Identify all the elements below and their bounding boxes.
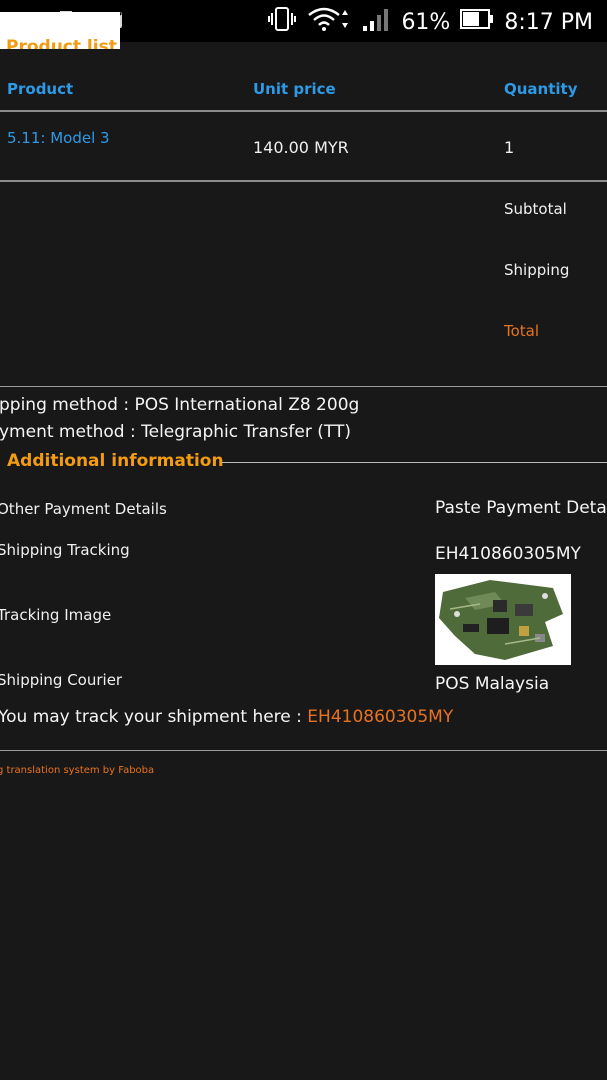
footer-credit[interactable]: g translation system by Faboba (0, 765, 154, 776)
signal-icon (361, 6, 391, 38)
additional-info-title: Additional information (7, 451, 224, 471)
battery-icon (460, 8, 494, 36)
additional-info-divider (222, 462, 607, 463)
payment-method: yment method : Telegraphic Transfer (TT) (0, 422, 351, 442)
order-details-page: Product list Product Unit price Quantity… (0, 12, 607, 1080)
tracking-image-label: Tracking Image (0, 606, 112, 624)
column-header-quantity: Quantity (504, 80, 578, 98)
shipping-label: Shipping (504, 261, 570, 279)
total-label: Total (504, 322, 540, 340)
track-shipment-line: You may track your shipment here : EH410… (0, 707, 453, 727)
battery-percent: 61% (401, 9, 451, 35)
subtotal-label: Subtotal (504, 200, 567, 218)
circuit-board-image (435, 574, 571, 665)
tracking-image[interactable] (435, 574, 571, 665)
section-title: Product list (6, 37, 117, 49)
column-header-unit-price: Unit price (253, 80, 336, 98)
shipping-courier-label: Shipping Courier (0, 671, 123, 689)
table-row-divider (0, 180, 607, 182)
summary-divider (0, 386, 607, 387)
table-header-divider (0, 110, 607, 112)
product-link[interactable]: 5.11: Model 3 (7, 129, 110, 147)
track-shipment-text: You may track your shipment here : (0, 707, 308, 727)
shipping-tracking-value: EH410860305MY (435, 544, 581, 564)
shipping-courier-value: POS Malaysia (435, 674, 550, 694)
section-tab-product-list: Product list (0, 12, 120, 49)
wifi-icon (307, 6, 351, 38)
footer-divider (0, 750, 607, 751)
quantity-value: 1 (504, 138, 515, 157)
system-status: 61% 8:17 PM (267, 6, 593, 38)
vibrate-icon (267, 6, 297, 38)
shipping-method: pping method : POS International Z8 200g (0, 395, 360, 415)
shipping-tracking-label: Shipping Tracking (0, 541, 130, 559)
other-payment-details-label: Other Payment Details (0, 500, 167, 518)
other-payment-details-value: Paste Payment Deta (435, 498, 607, 518)
column-header-product: Product (7, 80, 74, 98)
unit-price-value: 140.00 MYR (253, 138, 349, 157)
clock: 8:17 PM (504, 9, 593, 35)
track-shipment-link[interactable]: EH410860305MY (307, 707, 453, 727)
